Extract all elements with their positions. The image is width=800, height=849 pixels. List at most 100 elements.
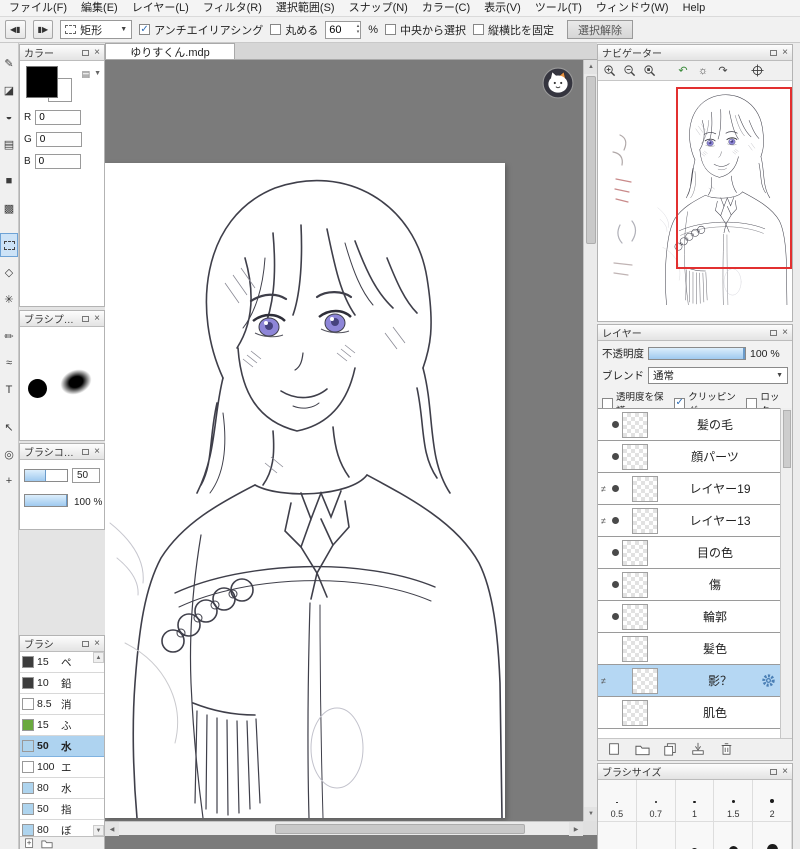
layer-row[interactable]: ≠ レイヤー19 [598,473,782,505]
select-rect-tool[interactable] [0,233,18,257]
visibility-toggle[interactable] [608,581,622,588]
zoom-in-button[interactable] [600,62,618,79]
fill-tool[interactable]: ■ [0,169,18,193]
brush-row[interactable]: 8.5 消 [20,694,104,715]
brush-row[interactable]: 80 水 [20,778,104,799]
horizontal-scrollbar[interactable]: ◀ ▶ [105,821,583,836]
close-icon[interactable]: × [94,47,100,58]
layer-settings-button[interactable] [761,673,776,691]
menu-help[interactable]: Help [676,0,713,16]
layer-row[interactable]: 傷 [598,569,782,601]
layer-row[interactable]: ≠ レイヤー13 [598,505,782,537]
hand-tool[interactable]: + [0,469,18,493]
layer-row-selected[interactable]: ≠ 影？ [598,665,782,697]
menu-layer[interactable]: レイヤー(L) [125,0,196,16]
layer-row[interactable]: 輪郭 [598,601,782,633]
float-panel-icon[interactable] [770,49,778,56]
float-panel-icon[interactable] [82,448,90,455]
brush-size-option[interactable] [714,822,754,849]
scroll-up-icon[interactable]: ▲ [93,652,104,663]
close-icon[interactable]: × [782,47,788,58]
vertical-scroll-thumb[interactable] [586,76,596,244]
visibility-toggle[interactable] [608,453,622,460]
brush-size-option[interactable]: 2 [753,780,792,822]
layer-row[interactable]: 目の色 [598,537,782,569]
blend-mode-dropdown[interactable]: 通常 ▼ [648,367,788,384]
brush-size-option[interactable] [637,822,676,849]
brush-tool[interactable]: ✏ [0,324,18,348]
brush-size-titlebar[interactable]: ブラシサイズ × [598,764,792,780]
visibility-toggle[interactable] [608,485,622,492]
menu-snap[interactable]: スナップ(N) [342,0,415,16]
layer-row[interactable]: 肌色 [598,697,782,729]
layer-list-scrollbar[interactable] [780,408,792,740]
visibility-toggle[interactable] [608,421,622,428]
lasso-tool[interactable]: ◇ [0,260,18,284]
blue-input[interactable] [34,153,81,169]
brush-size-option[interactable]: 1.5 [714,780,754,822]
eraser-tool[interactable]: ◪ [0,78,18,102]
scroll-left-icon[interactable]: ◀ [105,822,119,836]
rotate-ccw-button[interactable]: ↶ [674,62,692,79]
document-tab[interactable]: ゆりすくん.mdp [105,43,235,59]
close-icon[interactable]: × [782,766,788,777]
brush-row[interactable]: 50 指 [20,799,104,820]
scroll-down-icon[interactable]: ▼ [93,825,104,836]
pen-tool[interactable]: ✎ [0,51,18,75]
menu-select[interactable]: 選択範囲(S) [269,0,342,16]
pattern-tool[interactable]: ▩ [0,196,18,220]
magic-wand-tool[interactable]: ✳ [0,287,18,311]
color-panel-titlebar[interactable]: カラー × [20,45,104,61]
text-tool[interactable]: T [0,378,18,402]
float-panel-icon[interactable] [770,329,778,336]
eyedropper-tool[interactable]: ◎ [0,442,18,466]
palette-icon[interactable]: ▤ [81,69,90,80]
float-panel-icon[interactable] [82,315,90,322]
chevron-down-icon[interactable]: ▼ [94,70,101,77]
rotate-cw-button[interactable]: ↷ [714,62,732,79]
scroll-up-icon[interactable]: ▲ [584,60,597,74]
canvas-viewport[interactable]: ▲ ▼ ◀ ▶ [105,60,597,849]
brush-size-slider[interactable] [24,469,68,482]
menu-file[interactable]: ファイル(F) [2,0,74,16]
brush-row[interactable]: 10 鉛 [20,673,104,694]
visibility-toggle[interactable] [608,517,622,524]
from-center-checkbox[interactable] [385,24,397,35]
fixed-ratio-checkbox[interactable] [473,24,485,35]
lock-checkbox[interactable] [746,397,758,409]
merge-layer-button[interactable] [688,740,708,758]
clipping-checkbox[interactable]: ✓ [674,397,686,409]
brush-size-option[interactable] [676,822,715,849]
visibility-toggle[interactable] [608,613,622,620]
brush-size-option[interactable]: 0.7 [636,780,676,822]
brush-row[interactable]: 80 ぼ [20,820,104,836]
brush-size-option[interactable]: 1 [675,780,715,822]
menu-tool[interactable]: ツール(T) [528,0,589,16]
brush-size-option[interactable]: 0.5 [598,780,637,822]
visibility-toggle[interactable] [608,549,622,556]
spin-down-icon[interactable]: ▾ [357,29,360,36]
zoom-out-button[interactable] [620,62,638,79]
brush-row[interactable]: 15 ふ [20,715,104,736]
brush-size-option[interactable] [598,822,637,849]
brush-preview-titlebar[interactable]: ブラシプ… × [20,311,104,327]
close-icon[interactable]: × [94,638,100,649]
round-corner-checkbox[interactable] [270,24,282,35]
close-icon[interactable]: × [782,327,788,338]
navigator-titlebar[interactable]: ナビゲーター × [598,45,792,61]
duplicate-layer-button[interactable] [660,740,680,758]
menu-view[interactable]: 表示(V) [477,0,528,16]
round-value-input[interactable] [326,23,351,36]
canvas-artboard[interactable] [105,163,505,818]
new-folder-button[interactable] [632,740,652,758]
close-icon[interactable]: × [94,313,100,324]
add-brush-icon[interactable] [24,837,35,849]
menu-filter[interactable]: フィルタ(R) [196,0,269,16]
menu-edit[interactable]: 編集(E) [74,0,125,16]
brush-size-value[interactable]: 50 [72,468,100,483]
zoom-fit-button[interactable] [640,62,658,79]
delete-layer-button[interactable] [716,740,736,758]
menu-color[interactable]: カラー(C) [415,0,477,16]
brush-size-option[interactable] [753,822,792,849]
horizontal-scroll-thumb[interactable] [275,824,525,834]
